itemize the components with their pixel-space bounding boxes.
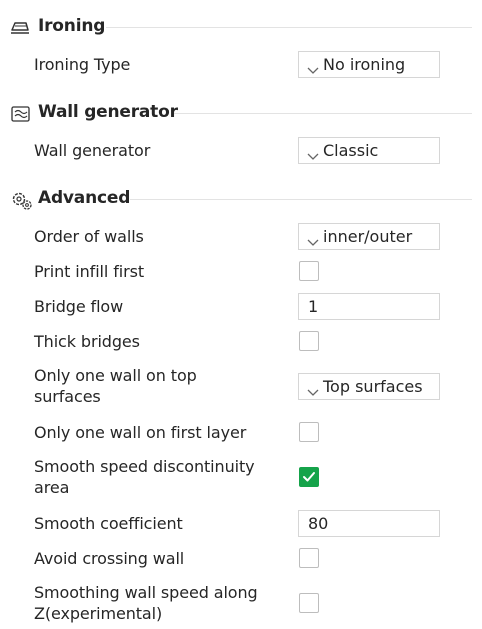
label-avoid-crossing-wall: Avoid crossing wall: [34, 548, 184, 569]
label-ironing-type: Ironing Type: [34, 54, 130, 75]
combo-value: inner/outer: [323, 226, 413, 246]
label-line: Avoid crossing wall: [34, 548, 185, 568]
label-only-one-wall-on-first-layer: Only one wall on first layer: [34, 422, 246, 443]
checkbox-smooth-speed-discontinuity-area[interactable]: [299, 467, 319, 487]
label-line: Z(experimental): [34, 604, 163, 623]
section-title: Ironing: [38, 16, 106, 36]
section-header-advanced: Advanced: [0, 184, 482, 214]
label-smoothing-wall-speed-along-z-experimental: Smoothing wall speed along Z(experimental…: [34, 582, 258, 624]
combo-order-of-walls[interactable]: inner/outer: [298, 222, 440, 250]
section-title: Wall generator: [38, 102, 178, 122]
label-line: Print infill first: [34, 261, 144, 281]
section-divider: [174, 113, 472, 114]
label-line: Only one wall on top: [34, 366, 197, 385]
label-line: Order of walls: [34, 226, 144, 246]
input-bridge-flow[interactable]: 1: [298, 292, 440, 320]
wall-generator-icon: [10, 105, 32, 123]
label-wall-generator: Wall generator: [34, 140, 150, 161]
section-divider: [130, 199, 472, 200]
label-thick-bridges: Thick bridges: [34, 331, 140, 352]
combo-ironing-type[interactable]: No ironing: [298, 50, 440, 78]
checkbox-smoothing-wall-speed-along-z-experimental[interactable]: [299, 593, 319, 613]
label-order-of-walls: Order of walls: [34, 226, 144, 247]
label-print-infill-first: Print infill first: [34, 261, 144, 282]
checkbox-thick-bridges[interactable]: [299, 331, 319, 351]
label-smooth-coefficient: Smooth coefficient: [34, 513, 183, 534]
label-line: Smooth coefficient: [34, 513, 183, 533]
chevron-down-icon: [307, 60, 319, 74]
label-line: Smoothing wall speed along: [34, 583, 258, 602]
label-line: area: [34, 478, 70, 497]
label-line: Bridge flow: [34, 296, 124, 316]
combo-wall-generator[interactable]: Classic: [298, 136, 440, 164]
checkbox-print-infill-first[interactable]: [299, 261, 319, 281]
checkbox-only-one-wall-on-first-layer[interactable]: [299, 422, 319, 442]
chevron-down-icon: [307, 146, 319, 160]
label-bridge-flow: Bridge flow: [34, 296, 123, 317]
section-header-wall-generator: Wall generator: [0, 98, 482, 128]
combo-value: Classic: [323, 140, 379, 160]
combo-value: No ironing: [323, 54, 406, 74]
combo-only-one-wall-on-top-surfaces[interactable]: Top surfaces: [298, 372, 440, 400]
label-line: surfaces: [34, 387, 101, 406]
section-header-ironing: Ironing: [0, 12, 482, 42]
label-line: Wall generator: [34, 140, 151, 160]
label-line: Ironing Type: [34, 54, 131, 74]
checkbox-avoid-crossing-wall[interactable]: [299, 548, 319, 568]
iron-icon: [10, 19, 32, 37]
chevron-down-icon: [307, 232, 319, 246]
label-smooth-speed-discontinuity-area: Smooth speed discontinuity area: [34, 456, 255, 498]
chevron-down-icon: [307, 382, 319, 396]
combo-value: Top surfaces: [323, 376, 423, 396]
label-line: Smooth speed discontinuity: [34, 457, 255, 476]
input-smooth-coefficient[interactable]: 80: [298, 509, 440, 537]
section-title: Advanced: [38, 188, 131, 208]
section-divider: [106, 27, 472, 28]
gears-icon: [10, 191, 32, 210]
label-line: Only one wall on first layer: [34, 422, 247, 442]
label-only-one-wall-on-top-surfaces: Only one wall on top surfaces: [34, 365, 197, 407]
label-line: Thick bridges: [34, 331, 140, 351]
